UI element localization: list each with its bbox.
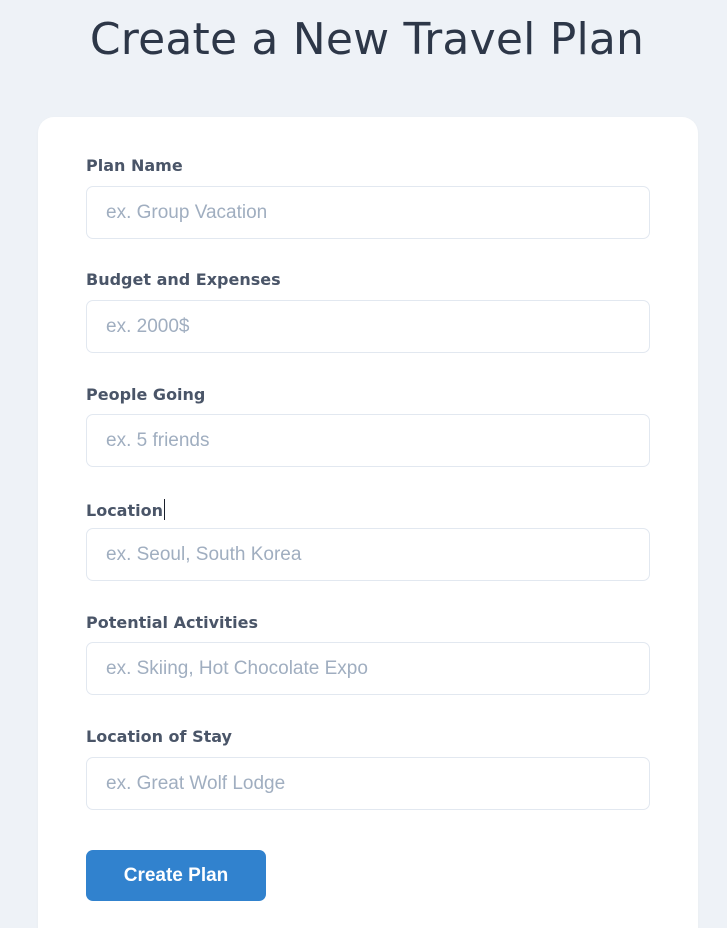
- plan-name-input[interactable]: [86, 186, 650, 239]
- activities-input[interactable]: [86, 642, 650, 695]
- people-going-label: People Going: [86, 385, 206, 404]
- location-label-wrap: Location: [86, 499, 165, 521]
- travel-plan-form: Plan Name Budget and Expenses People Goi…: [38, 117, 698, 928]
- activities-label: Potential Activities: [86, 613, 259, 632]
- location-input[interactable]: [86, 528, 650, 581]
- create-plan-button[interactable]: Create Plan: [86, 850, 266, 901]
- location-of-stay-label: Location of Stay: [86, 727, 232, 746]
- text-cursor: [163, 499, 165, 520]
- budget-label: Budget and Expenses: [86, 270, 281, 289]
- location-label: Location: [86, 501, 163, 520]
- people-going-input[interactable]: [86, 414, 650, 467]
- page: Create a New Travel Plan Plan Name Budge…: [0, 0, 727, 928]
- budget-input[interactable]: [86, 300, 650, 353]
- location-of-stay-input[interactable]: [86, 757, 650, 810]
- plan-name-label: Plan Name: [86, 156, 183, 175]
- page-title: Create a New Travel Plan: [89, 14, 645, 65]
